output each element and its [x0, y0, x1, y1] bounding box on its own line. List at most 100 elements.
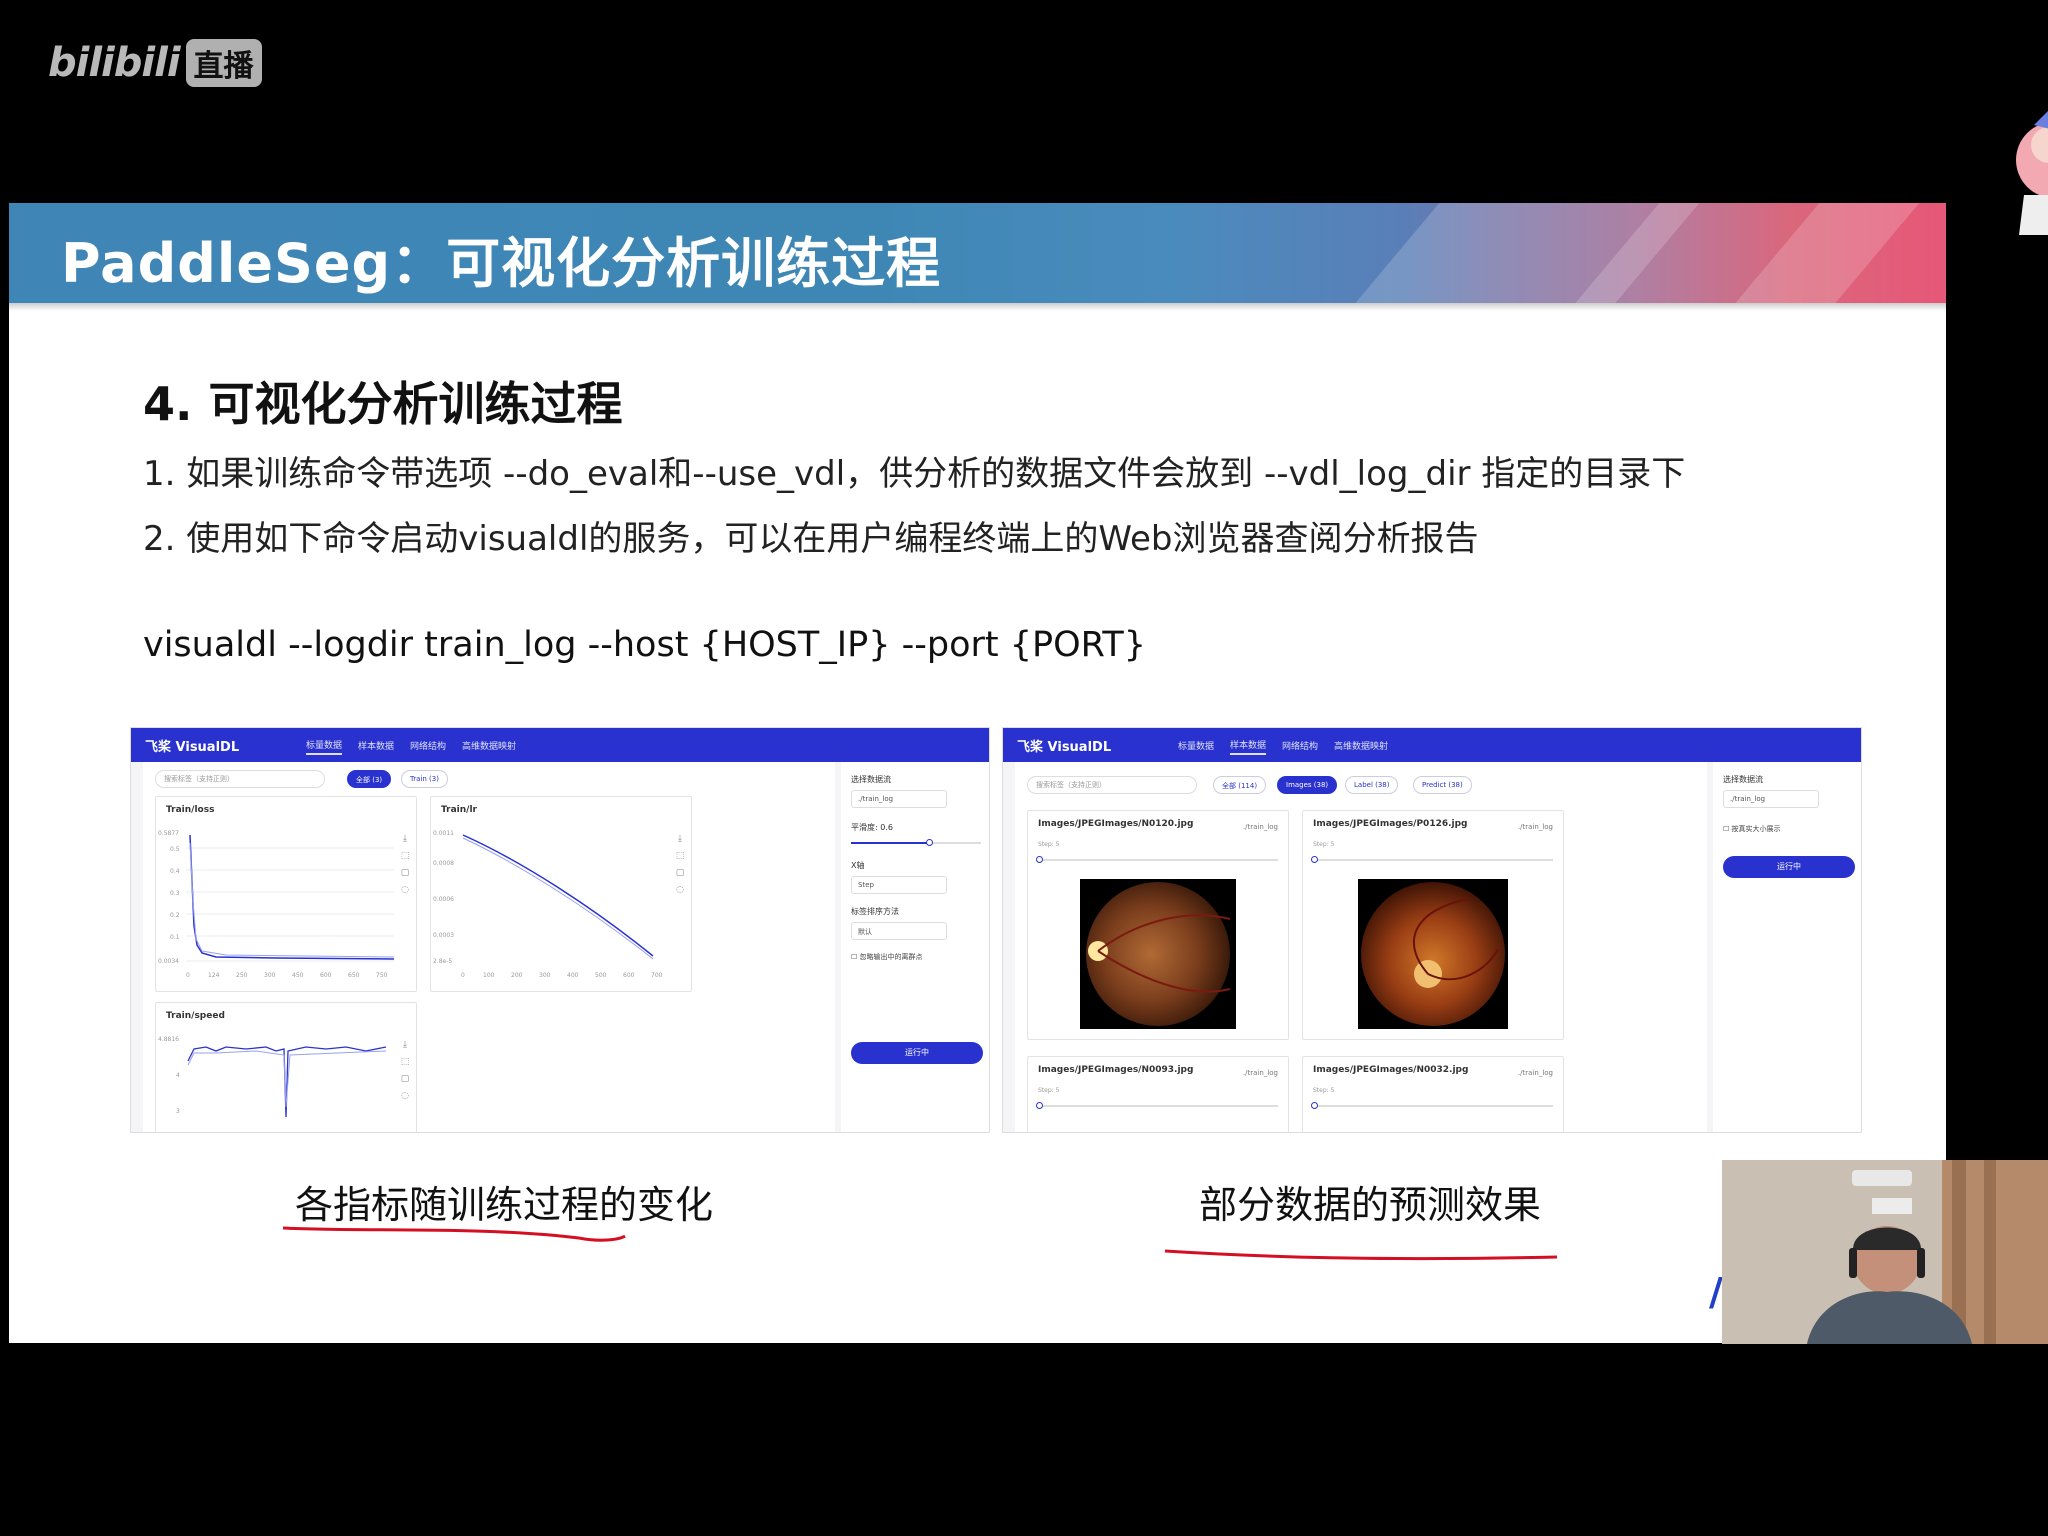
step-slider-handle[interactable] [1036, 856, 1043, 863]
filter-all-pill[interactable]: 全部 (3) [347, 770, 392, 788]
step-slider-handle[interactable] [1311, 856, 1318, 863]
visualdl-images-screenshot: 飞桨 VisualDL 标量数据 样本数据 网络结构 高维数据映射 搜索标签（支… [1002, 727, 1862, 1133]
svg-text:600: 600 [320, 972, 332, 979]
svg-text:4: 4 [176, 1072, 180, 1079]
image-card: Images/JPEGImages/N0093.jpg ./train_log … [1027, 1056, 1289, 1132]
train-speed-chart: 4.8816 4 3 [158, 1036, 387, 1118]
tab-graph[interactable]: 网络结构 [1282, 737, 1318, 754]
bullet-line-1: 1. 如果训练命令带选项 --do_eval和--use_vdl，供分析的数据文… [143, 454, 1686, 494]
svg-text:750: 750 [376, 972, 388, 979]
image-panel: 搜索标签（支持正则） 全部 (114) Images (38) Label (3… [1015, 762, 1707, 1132]
command-line: visualdl --logdir train_log --host {HOST… [143, 625, 1147, 665]
filter-predict-pill[interactable]: Predict (38) [1413, 776, 1472, 794]
tab-samples[interactable]: 样本数据 [1230, 736, 1267, 755]
underline-annotation-left [282, 1226, 626, 1242]
smoothing-label: 平滑度: 0.6 [851, 823, 893, 832]
chart-title: Train/speed [166, 1011, 225, 1021]
svg-text:0.5: 0.5 [170, 846, 180, 853]
scalar-sidebar: 选择数据流 ./train_log 平滑度: 0.6 X轴 Step 标签排序方… [841, 762, 989, 1132]
chart-card-train-loss: Train/loss 0.5877 0.5 0.4 0.3 0.2 0.1 0.… [155, 796, 417, 992]
visualdl-navbar: 飞桨 VisualDL 标量数据 样本数据 网络结构 高维数据映射 [131, 728, 989, 762]
running-button[interactable]: 运行中 [1723, 856, 1855, 878]
xaxis-label: X轴 [851, 861, 865, 870]
svg-text:0.1: 0.1 [170, 934, 180, 941]
slide-banner: PaddleSeg：可视化分析训练过程 [9, 203, 1946, 303]
tab-high-dimensional[interactable]: 高维数据映射 [1334, 737, 1388, 754]
chart-toolbar[interactable]: ⤓ ⬚ ▢ ◌ [398, 831, 412, 899]
tab-samples[interactable]: 样本数据 [358, 737, 394, 754]
svg-text:500: 500 [595, 972, 607, 979]
visualdl-scalars-screenshot: 飞桨 VisualDL 标量数据 样本数据 网络结构 高维数据映射 搜索标签（支… [130, 727, 990, 1133]
chart-card-train-lr: Train/lr 0.0011 0.0008 0.0006 0.0003 2.8… [430, 796, 692, 992]
visualdl-brand: 飞桨 VisualDL [145, 739, 240, 755]
sort-select[interactable]: 默认 [851, 922, 947, 940]
svg-text:0.0008: 0.0008 [433, 860, 454, 867]
svg-text:0.0011: 0.0011 [433, 830, 454, 837]
visualdl-brand: 飞桨 VisualDL [1017, 739, 1112, 755]
filter-all-pill[interactable]: 全部 (114) [1213, 776, 1267, 794]
step-slider[interactable] [1038, 1105, 1278, 1107]
train-lr-chart: 0.0011 0.0008 0.0006 0.0003 2.8e-5 0 100… [433, 830, 663, 979]
chart-title: Train/lr [441, 805, 477, 815]
underline-annotation-right [1164, 1249, 1558, 1261]
caption-predictions: 部分数据的预测效果 [1199, 1183, 1542, 1227]
tab-high-dimensional[interactable]: 高维数据映射 [462, 737, 516, 754]
filter-images-pill[interactable]: Images (38) [1277, 776, 1338, 794]
smoothing-slider[interactable] [851, 842, 981, 844]
image-card: Images/JPEGImages/N0032.jpg ./train_log … [1302, 1056, 1564, 1132]
tab-graph[interactable]: 网络结构 [410, 737, 446, 754]
tag-search-input[interactable]: 搜索标签（支持正则） [1027, 776, 1197, 794]
train-loss-chart: 0.5877 0.5 0.4 0.3 0.2 0.1 0.0034 0 124 … [158, 830, 395, 979]
svg-text:124: 124 [208, 972, 220, 979]
running-button[interactable]: 运行中 [851, 1042, 983, 1064]
y-max-label: 0.5877 [158, 830, 179, 837]
svg-text:3: 3 [176, 1108, 180, 1115]
svg-text:0.0006: 0.0006 [433, 896, 454, 903]
tag-search-input[interactable]: 搜索标签（支持正则） [155, 770, 325, 788]
step-slider[interactable] [1313, 859, 1553, 861]
svg-text:300: 300 [264, 972, 276, 979]
filter-label-pill[interactable]: Label (38) [1345, 776, 1399, 794]
step-slider-handle[interactable] [1036, 1102, 1043, 1109]
tab-scalars[interactable]: 标量数据 [306, 736, 343, 755]
fundus-image [1358, 879, 1508, 1029]
smoothing-slider-handle[interactable] [926, 839, 933, 846]
svg-text:100: 100 [483, 972, 495, 979]
run-select-label: 选择数据流 [1723, 775, 1763, 784]
xaxis-select[interactable]: Step [851, 876, 947, 894]
section-heading: 4. 可视化分析训练过程 [143, 377, 623, 431]
svg-text:600: 600 [623, 972, 635, 979]
tab-scalars[interactable]: 标量数据 [1178, 737, 1214, 754]
step-slider[interactable] [1313, 1105, 1553, 1107]
step-slider-handle[interactable] [1311, 1102, 1318, 1109]
svg-text:650: 650 [348, 972, 360, 979]
run-select[interactable]: ./train_log [851, 790, 947, 808]
scalar-panel: 搜索标签（支持正则） 全部 (3) Train (3) Train/loss 0… [143, 762, 835, 1132]
run-select-label: 选择数据流 [851, 775, 891, 784]
svg-text:0: 0 [461, 972, 465, 979]
svg-text:400: 400 [567, 972, 579, 979]
ignore-outliers-checkbox[interactable]: ☐ 忽略输出中的离群点 [851, 952, 923, 962]
svg-text:0.0003: 0.0003 [433, 932, 454, 939]
chart-toolbar[interactable]: ⤓ ⬚ ▢ ◌ [398, 1037, 412, 1105]
filter-train-pill[interactable]: Train (3) [401, 770, 448, 788]
bilibili-live-logo: bilibili 直播 [48, 38, 262, 88]
svg-text:2.8e-5: 2.8e-5 [433, 958, 452, 965]
image-card: Images/JPEGImages/N0120.jpg ./train_log … [1027, 810, 1289, 1040]
svg-text:4.8816: 4.8816 [158, 1036, 179, 1043]
svg-text:250: 250 [236, 972, 248, 979]
visualdl-navbar: 飞桨 VisualDL 标量数据 样本数据 网络结构 高维数据映射 [1003, 728, 1861, 762]
streamer-avatar-icon [2016, 111, 2048, 235]
chart-card-train-speed: Train/speed 4.8816 4 3 ⤓ ⬚ ▢ ◌ [155, 1002, 417, 1132]
fundus-image [1080, 879, 1236, 1029]
svg-text:0.2: 0.2 [170, 912, 180, 919]
slide-title: PaddleSeg：可视化分析训练过程 [61, 232, 942, 295]
run-select[interactable]: ./train_log [1723, 790, 1819, 808]
real-size-checkbox[interactable]: ☐ 按真实大小展示 [1723, 824, 1781, 834]
live-badge: 直播 [185, 39, 262, 87]
svg-text:700: 700 [651, 972, 663, 979]
chart-toolbar[interactable]: ⤓ ⬚ ▢ ◌ [673, 831, 687, 899]
presenter-webcam [1722, 1160, 2048, 1344]
y-min-label: 0.0034 [158, 958, 179, 965]
step-slider[interactable] [1038, 859, 1278, 861]
